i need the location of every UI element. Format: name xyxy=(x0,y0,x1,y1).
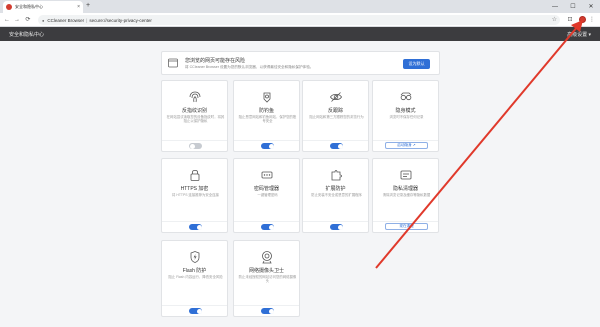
maximize-button[interactable]: ☐ xyxy=(564,0,582,13)
card-title: HTTPS 加密 xyxy=(180,186,209,192)
card-description: 阻止网站和第三方跟踪您的浏览行为 xyxy=(309,115,364,119)
forward-button[interactable]: → xyxy=(13,16,21,24)
divider xyxy=(303,221,368,222)
mask-icon xyxy=(400,92,412,101)
card-description: 防止未经授权的网站访问您的网络摄像头 xyxy=(238,275,297,284)
ccleaner-logo-icon xyxy=(6,4,12,10)
ad-block-icon xyxy=(263,92,271,103)
card-privacy-cleaner: 隐私清理器 清除浏览记录及缓存等隐私数据 现在清理 xyxy=(372,158,439,233)
card-https: HTTPS 加密 将 HTTPS 连接推荐为安全连接 xyxy=(161,158,228,233)
card-title: 隐私清理器 xyxy=(392,186,418,192)
flash-guard-toggle[interactable] xyxy=(189,308,202,314)
card-webcam-guard: 网络摄像头卫士 防止未经授权的网站访问您的网络摄像头 xyxy=(233,240,300,317)
url-path: secure://security-privacy-center xyxy=(89,17,152,23)
close-window-button[interactable]: ✕ xyxy=(582,0,600,13)
cleaner-icon xyxy=(400,170,412,180)
clean-now-button[interactable]: 现在清理 xyxy=(385,223,428,230)
card-description: 防止安装不安全或恶意的扩展程序 xyxy=(311,193,362,197)
main-content: 您浏览的网页可能存在风险 将 CCleaner Browser 设置为您的默认浏… xyxy=(0,41,600,327)
card-title: 防钓鱼 xyxy=(258,108,274,114)
new-tab-button[interactable]: + xyxy=(86,1,90,11)
tab-strip: 安全和隐私中心 × + — ☐ ✕ xyxy=(0,0,600,13)
address-bar[interactable]: ● CCleaner Browser | secure://security-p… xyxy=(38,15,560,25)
browser-window-icon xyxy=(168,58,178,68)
card-description: 清除浏览记录及缓存等隐私数据 xyxy=(382,193,431,197)
advanced-settings-menu[interactable]: 高级设置 ▾ xyxy=(567,31,591,38)
set-default-button[interactable]: 设为默认 xyxy=(403,59,430,69)
card-description: 将 HTTPS 连接推荐为安全连接 xyxy=(172,193,219,197)
extension-icon[interactable]: ⊡ xyxy=(566,16,574,24)
card-anti-fingerprint: 反指纹识别 在网站尝试读取您的设备指纹时，将其阻止以保护隐私 xyxy=(161,80,228,152)
card-anti-phishing: 防钓鱼 阻止恶意网站和钓鱼网站，保护您的账号安全 xyxy=(233,80,300,152)
page-title: 安全和隐私中心 xyxy=(9,32,45,38)
banner-description: 将 CCleaner Browser 设置为您的默认浏览器，以获得最佳安全和隐私… xyxy=(185,65,314,69)
app-header: 安全和隐私中心 高级设置 ▾ xyxy=(0,27,600,41)
card-flash-guard: Flash 防护 阻止 Flash 内容运行，降低安全风险 xyxy=(161,240,228,317)
default-browser-banner: 您浏览的网页可能存在风险 将 CCleaner Browser 设置为您的默认浏… xyxy=(161,51,440,75)
card-description: 阻止 Flash 内容运行，降低安全风险 xyxy=(168,275,223,279)
webcam-icon xyxy=(262,251,272,264)
tab-security-center[interactable]: 安全和隐私中心 × xyxy=(3,1,83,13)
divider xyxy=(234,305,299,306)
card-title: Flash 防护 xyxy=(182,268,207,274)
card-title: 扩展防护 xyxy=(325,186,346,192)
eye-tracking-icon xyxy=(330,92,342,102)
password-icon xyxy=(261,171,273,179)
https-icon xyxy=(190,169,200,181)
url-separator: | xyxy=(86,17,88,23)
webcam-guard-toggle[interactable] xyxy=(261,308,274,314)
security-center-extension-icon[interactable] xyxy=(579,16,586,23)
launch-incognito-button[interactable]: 启动隐身 ↗ xyxy=(385,142,428,149)
back-button[interactable]: ← xyxy=(3,16,11,24)
divider xyxy=(234,140,299,141)
flash-icon xyxy=(190,251,200,263)
anti-tracking-toggle[interactable] xyxy=(330,143,343,149)
anti-fingerprint-toggle[interactable] xyxy=(189,143,202,149)
card-extension-guard: 扩展防护 防止安装不安全或恶意的扩展程序 xyxy=(302,158,369,233)
https-toggle[interactable] xyxy=(189,224,202,230)
extension-guard-toggle[interactable] xyxy=(330,224,343,230)
divider xyxy=(373,221,438,222)
card-description: 在网站尝试读取您的设备指纹时，将其阻止以保护隐私 xyxy=(166,115,225,124)
password-manager-toggle[interactable] xyxy=(261,224,274,230)
card-description: 一键管理密码 xyxy=(257,193,278,197)
card-anti-tracking: 反跟踪 阻止网站和第三方跟踪您的浏览行为 xyxy=(302,80,369,152)
browser-toolbar: ← → ⟳ ● CCleaner Browser | secure://secu… xyxy=(0,13,600,27)
tab-title: 安全和隐私中心 xyxy=(15,4,43,9)
divider xyxy=(162,305,227,306)
browser-menu-button[interactable]: ⋮ xyxy=(588,16,596,24)
secure-icon: ● xyxy=(42,17,45,23)
minimize-button[interactable]: — xyxy=(546,0,564,13)
divider xyxy=(162,140,227,141)
url-host: CCleaner Browser xyxy=(47,17,85,23)
card-title: 密码管理器 xyxy=(253,186,279,192)
extension-icon xyxy=(331,170,342,181)
card-title: 反指纹识别 xyxy=(181,108,207,114)
close-tab-icon[interactable]: × xyxy=(77,4,80,10)
card-title: 反跟踪 xyxy=(327,108,343,114)
card-description: 阻止恶意网站和钓鱼网站，保护您的账号安全 xyxy=(238,115,297,124)
card-title: 网络摄像头卫士 xyxy=(248,268,284,274)
card-password-manager: 密码管理器 一键管理密码 xyxy=(233,158,300,233)
divider xyxy=(373,140,438,141)
divider xyxy=(303,140,368,141)
anti-phishing-toggle[interactable] xyxy=(261,143,274,149)
bookmark-star-icon[interactable]: ☆ xyxy=(552,16,557,23)
divider xyxy=(234,221,299,222)
divider xyxy=(162,221,227,222)
reload-button[interactable]: ⟳ xyxy=(24,16,32,24)
fingerprint-icon xyxy=(189,91,201,103)
card-description: 浏览时不保存任何记录 xyxy=(389,115,424,119)
banner-title: 您浏览的网页可能存在风险 xyxy=(185,58,246,64)
card-incognito: 隐身模式 浏览时不保存任何记录 启动隐身 ↗ xyxy=(372,80,439,152)
card-title: 隐身模式 xyxy=(395,108,416,114)
